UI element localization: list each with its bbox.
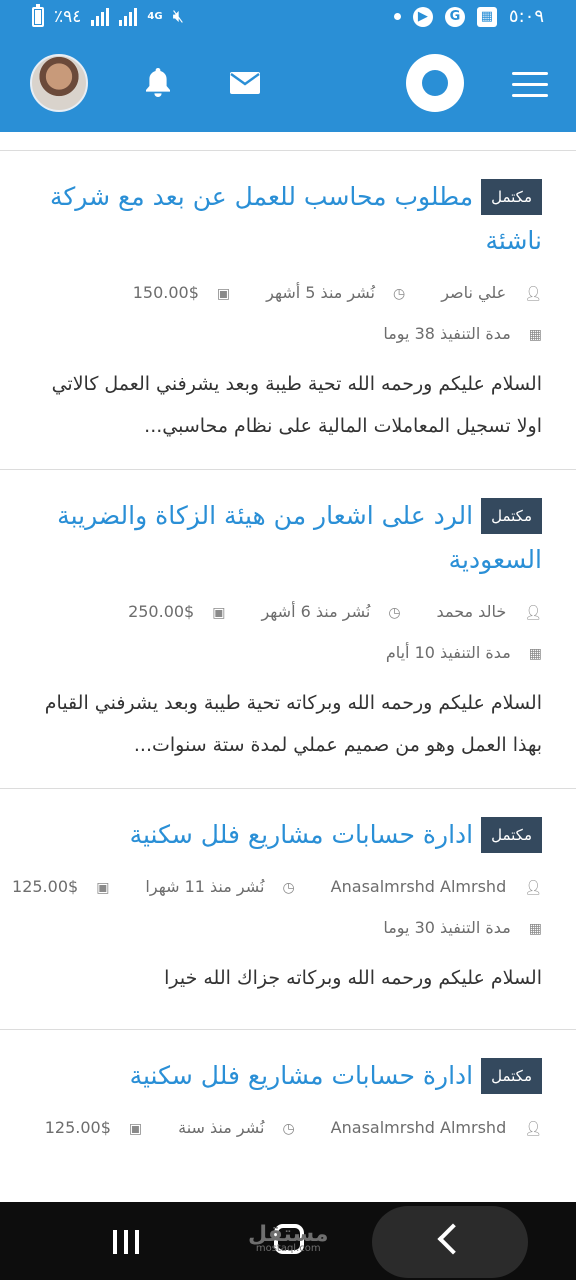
meta-duration: ▦مدة التنفيذ 38 يوما [383,324,542,343]
money-icon: ▣ [216,286,231,302]
meta-posted: ◷نُشر منذ 6 أشهر [261,602,401,621]
project-title[interactable]: مكتملالرد على اشعار من هيئة الزكاة والضر… [34,494,542,582]
money-icon: ▣ [212,605,226,621]
meta-duration: ▦مدة التنفيذ 30 يوما [383,918,542,937]
mail-icon[interactable] [230,72,260,94]
meta-budget: ▣$150.00 [132,283,231,302]
clock: ٥:٠٩ [508,6,544,27]
user-icon: 👤︎ [524,880,542,896]
project-list: مكتملمطلوب محاسب للعمل عن بعد مع شركة نا… [0,132,576,1149]
calendar-icon: ▦ [476,6,497,27]
status-bar: ٪٩٤ 4G 🔇︎ ▶ G ▦ ٥:٠٩ [0,0,576,36]
app-header [0,36,576,132]
clock-icon: ◷ [282,1121,295,1137]
project-title[interactable]: مكتملادارة حسابات مشاريع فلل سكنية [34,1054,542,1098]
money-icon: ▣ [96,880,110,896]
dot-icon [393,13,401,20]
status-badge: مكتمل [481,817,542,853]
menu-icon[interactable] [512,72,548,98]
user-icon: 👤︎ [524,605,542,621]
battery-icon [32,3,44,27]
project-meta: 👤︎خالد محمد ◷نُشر منذ 6 أشهر ▣$250.00 ▦مدة… [34,592,542,674]
meta-posted: ◷نُشر منذ 11 شهرا [145,877,295,896]
calendar-icon: ▦ [528,327,542,343]
app-icon: ▶ [412,6,433,27]
clock-icon: ◷ [282,880,295,896]
project-meta: 👤︎Anasalmrshd Almrshd ◷نُشر منذ سنة ▣$125.… [34,1108,542,1149]
user-icon: 👤︎ [524,286,542,302]
mute-icon: 🔇︎ [172,6,184,27]
user-icon: 👤︎ [524,1121,542,1137]
bell-icon[interactable] [144,66,172,98]
watermark: مستقل mostaql.com [248,1222,329,1254]
project-card[interactable]: مكتملادارة حسابات مشاريع فلل سكنية 👤︎Ana… [0,1030,576,1149]
project-card[interactable]: مكتملادارة حسابات مشاريع فلل سكنية 👤︎Ana… [0,789,576,1029]
calendar-icon: ▦ [528,921,542,937]
back-icon [437,1223,469,1255]
calendar-icon: ▦ [528,646,542,662]
recents-button[interactable] [113,1230,139,1254]
status-badge: مكتمل [481,498,542,534]
project-card[interactable]: مكتملالرد على اشعار من هيئة الزكاة والضر… [0,470,576,788]
project-meta: 👤︎Anasalmrshd Almrshd ◷نُشر منذ 11 شهرا ▣$… [12,867,542,949]
status-badge: مكتمل [481,179,542,215]
project-title[interactable]: مكتملادارة حسابات مشاريع فلل سكنية [34,813,542,857]
meta-author[interactable]: 👤︎Anasalmrshd Almrshd [313,877,542,896]
battery-level: ٪٩٤ [54,6,82,27]
logo-icon[interactable] [406,54,464,112]
network-type: 4G [147,10,163,22]
meta-author[interactable]: 👤︎خالد محمد [419,602,542,621]
signal-icon [119,7,138,26]
money-icon: ▣ [128,1121,143,1137]
top-bar: ٪٩٤ 4G 🔇︎ ▶ G ▦ ٥:٠٩ [0,0,576,132]
project-description: السلام عليكم ورحمه الله وبركاته جزاك الل… [164,967,542,989]
meta-posted: ◷نُشر منذ 5 أشهر [266,283,406,302]
meta-posted: ◷نُشر منذ سنة [178,1118,295,1137]
clock-icon: ◷ [392,286,406,302]
meta-budget: ▣$125.00 [44,1118,143,1137]
status-badge: مكتمل [481,1058,542,1094]
avatar[interactable] [30,54,88,112]
meta-author[interactable]: 👤︎علي ناصر [423,283,542,302]
project-description: السلام عليكم ورحمه الله وبركاته تحية طيب… [44,692,542,756]
back-button[interactable] [372,1206,528,1278]
meta-author[interactable]: 👤︎Anasalmrshd Almrshd [313,1118,542,1137]
meta-budget: ▣$250.00 [128,602,226,621]
meta-duration: ▦مدة التنفيذ 10 أيام [385,643,542,662]
g-icon: G [444,6,465,27]
project-card[interactable]: مكتملمطلوب محاسب للعمل عن بعد مع شركة نا… [0,151,576,469]
meta-budget: ▣$125.00 [12,877,110,896]
project-title[interactable]: مكتملمطلوب محاسب للعمل عن بعد مع شركة نا… [34,175,542,263]
project-meta: 👤︎علي ناصر ◷نُشر منذ 5 أشهر ▣$150.00 ▦مدة … [34,273,542,355]
system-nav-bar: مستقل mostaql.com [0,1202,576,1280]
project-description: السلام عليكم ورحمه الله تحية طيبة وبعد ي… [51,373,542,437]
signal-icon [91,7,110,26]
clock-icon: ◷ [388,605,401,621]
